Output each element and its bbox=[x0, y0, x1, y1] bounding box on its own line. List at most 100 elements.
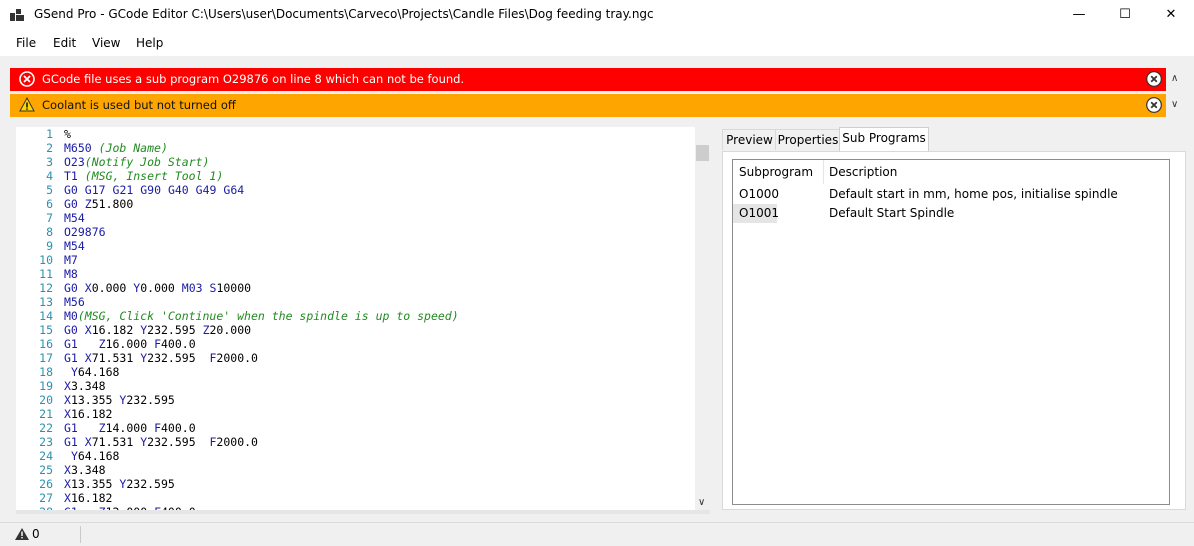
column-header-description[interactable]: Description bbox=[829, 160, 897, 184]
line-code: X16.182 bbox=[64, 491, 113, 505]
code-line[interactable]: 10 M7 bbox=[16, 253, 695, 267]
line-code: Y64.168 bbox=[70, 365, 120, 379]
code-line[interactable]: 27 X16.182 bbox=[16, 491, 695, 505]
code-line[interactable]: 23 G1 X71.531 Y232.595 F2000.0 bbox=[16, 435, 695, 449]
line-code: M650 (Job Name) bbox=[64, 141, 168, 155]
line-number: 6 bbox=[46, 197, 53, 211]
line-code: G1 Z14.000 F400.0 bbox=[64, 421, 196, 435]
error-icon bbox=[19, 71, 35, 87]
menu-help[interactable]: Help bbox=[136, 36, 163, 50]
list-item[interactable]: O1001 Default Start Spindle bbox=[733, 204, 1169, 223]
line-code: G1 X71.531 Y232.595 F2000.0 bbox=[64, 351, 258, 365]
menu-edit[interactable]: Edit bbox=[53, 36, 76, 50]
code-line[interactable]: 2 M650 (Job Name) bbox=[16, 141, 695, 155]
menu-file[interactable]: File bbox=[16, 36, 36, 50]
code-line[interactable]: 25 X3.348 bbox=[16, 463, 695, 477]
alerts-scroll-up-icon[interactable]: ∧ bbox=[1171, 73, 1178, 84]
code-line[interactable]: 26 X13.355 Y232.595 bbox=[16, 477, 695, 491]
code-line[interactable]: 15 G0 X16.182 Y232.595 Z20.000 bbox=[16, 323, 695, 337]
editor-horizontal-scrollbar[interactable] bbox=[16, 510, 710, 514]
line-code: G1 X71.531 Y232.595 F2000.0 bbox=[64, 435, 258, 449]
maximize-button[interactable]: ☐ bbox=[1102, 0, 1148, 30]
code-line[interactable]: 13 M56 bbox=[16, 295, 695, 309]
line-code: G0 Z51.800 bbox=[64, 197, 134, 211]
line-code: X13.355 Y232.595 bbox=[64, 477, 175, 491]
code-line[interactable]: 16 G1 Z16.000 F400.0 bbox=[16, 337, 695, 351]
code-line[interactable]: 7 M54 bbox=[16, 211, 695, 225]
window-title: GSend Pro - GCode Editor C:\Users\user\D… bbox=[34, 7, 654, 21]
alerts-scroll-down-icon[interactable]: ∨ bbox=[1171, 99, 1178, 110]
line-code: X3.348 bbox=[64, 379, 106, 393]
line-number: 27 bbox=[39, 491, 53, 505]
tab-properties[interactable]: Properties bbox=[775, 129, 841, 150]
line-number: 10 bbox=[39, 253, 53, 267]
code-line[interactable]: 22 G1 Z14.000 F400.0 bbox=[16, 421, 695, 435]
code-line[interactable]: 12 G0 X0.000 Y0.000 M03 S10000 bbox=[16, 281, 695, 295]
line-number: 8 bbox=[46, 225, 53, 239]
error-message: GCode file uses a sub program O29876 on … bbox=[42, 72, 465, 86]
minimize-button[interactable]: — bbox=[1056, 0, 1102, 30]
maximize-icon: ☐ bbox=[1119, 7, 1131, 22]
code-line[interactable]: 21 X16.182 bbox=[16, 407, 695, 421]
line-number: 5 bbox=[46, 183, 53, 197]
code-line[interactable]: 9 M54 bbox=[16, 239, 695, 253]
warning-message: Coolant is used but not turned off bbox=[42, 98, 236, 112]
column-divider[interactable] bbox=[823, 160, 824, 184]
code-line[interactable]: 14 M0(MSG, Click 'Continue' when the spin… bbox=[16, 309, 695, 323]
line-number: 24 bbox=[39, 449, 53, 463]
menu-bar: File Edit View Help bbox=[0, 30, 1194, 56]
scroll-down-arrow-icon[interactable]: ∨ bbox=[698, 497, 705, 508]
line-code: M56 bbox=[64, 295, 85, 309]
line-number: 9 bbox=[46, 239, 53, 253]
list-item[interactable]: O1000 Default start in mm, home pos, ini… bbox=[733, 185, 1169, 204]
line-number: 26 bbox=[39, 477, 53, 491]
code-line[interactable]: 4 T1 (MSG, Insert Tool 1) bbox=[16, 169, 695, 183]
dismiss-warning-icon[interactable] bbox=[1146, 97, 1162, 113]
code-line[interactable]: 11 M8 bbox=[16, 267, 695, 281]
editor-vertical-scrollbar[interactable]: ∨ bbox=[695, 127, 710, 510]
line-code: O29876 bbox=[64, 225, 106, 239]
line-number: 1 bbox=[46, 127, 53, 141]
code-line[interactable]: 24 Y64.168 bbox=[16, 449, 695, 463]
line-number: 20 bbox=[39, 393, 53, 407]
code-line[interactable]: 8 O29876 bbox=[16, 225, 695, 239]
subprogram-id: O1000 bbox=[739, 187, 779, 201]
line-code: X13.355 Y232.595 bbox=[64, 393, 175, 407]
app-icon bbox=[10, 9, 24, 21]
warning-count: 0 bbox=[32, 527, 40, 541]
code-line[interactable]: 5 G0 G17 G21 G90 G40 G49 G64 bbox=[16, 183, 695, 197]
line-code: T1 (MSG, Insert Tool 1) bbox=[64, 169, 224, 183]
close-icon: ✕ bbox=[1165, 7, 1177, 22]
code-line[interactable]: 20 X13.355 Y232.595 bbox=[16, 393, 695, 407]
line-code: M0(MSG, Click 'Continue' when the spindl… bbox=[64, 309, 459, 323]
status-divider bbox=[80, 526, 81, 543]
line-number: 7 bbox=[46, 211, 53, 225]
tab-preview[interactable]: Preview bbox=[722, 129, 777, 150]
subprogram-list[interactable]: Subprogram Description O1000 Default sta… bbox=[732, 159, 1170, 505]
line-number: 19 bbox=[39, 379, 53, 393]
line-code: G0 G17 G21 G90 G40 G49 G64 bbox=[64, 183, 245, 197]
code-line[interactable]: 18 Y64.168 bbox=[16, 365, 695, 379]
line-number: 15 bbox=[39, 323, 53, 337]
tab-sub-programs[interactable]: Sub Programs bbox=[839, 127, 929, 152]
code-line[interactable]: 19 X3.348 bbox=[16, 379, 695, 393]
line-number: 13 bbox=[39, 295, 53, 309]
subprogram-description: Default Start Spindle bbox=[829, 206, 955, 220]
code-line[interactable]: 3 O23(Notify Job Start) bbox=[16, 155, 695, 169]
minimize-icon: — bbox=[1072, 7, 1086, 22]
line-code: G1 Z16.000 F400.0 bbox=[64, 337, 196, 351]
menu-view[interactable]: View bbox=[92, 36, 120, 50]
scrollbar-thumb[interactable] bbox=[696, 145, 709, 161]
gcode-editor[interactable]: 1% 2 M650 (Job Name) 3 O23(Notify Job Start)… bbox=[16, 127, 695, 510]
code-line[interactable]: 6 G0 Z51.800 bbox=[16, 197, 695, 211]
sub-programs-panel: Subprogram Description O1000 Default sta… bbox=[722, 151, 1186, 510]
line-code: X3.348 bbox=[64, 463, 106, 477]
dismiss-error-icon[interactable] bbox=[1146, 71, 1162, 87]
column-header-subprogram[interactable]: Subprogram bbox=[739, 160, 813, 184]
close-window-button[interactable]: ✕ bbox=[1148, 0, 1194, 30]
code-line[interactable]: 17 G1 X71.531 Y232.595 F2000.0 bbox=[16, 351, 695, 365]
code-line[interactable]: 1% bbox=[16, 127, 695, 141]
line-code: X16.182 bbox=[64, 407, 113, 421]
warning-icon bbox=[19, 97, 35, 112]
line-number: 17 bbox=[39, 351, 53, 365]
